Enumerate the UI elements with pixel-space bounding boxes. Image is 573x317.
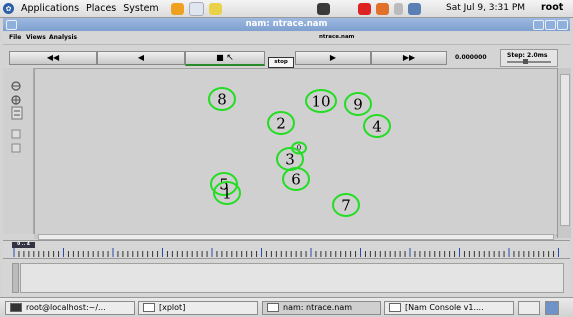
- show-desktop-button[interactable]: [518, 301, 540, 315]
- taskbar-xplot[interactable]: [xplot]: [138, 301, 258, 315]
- firefox-launcher-icon[interactable]: [170, 2, 184, 15]
- menu-bar: File Views Analysis ntrace.nam: [3, 32, 570, 45]
- applications-menu[interactable]: Applications: [21, 3, 79, 14]
- top-panel: ✿ Applications Places System Sat Jul 9, …: [0, 0, 573, 18]
- gnome-foot-icon[interactable]: ✿: [3, 3, 14, 14]
- mail-launcher-icon[interactable]: [188, 1, 204, 16]
- zoom-indicator-icon: [11, 106, 23, 122]
- rewind-button[interactable]: ◀◀: [9, 51, 97, 65]
- taskbar-terminal[interactable]: root@localhost:~/...: [5, 301, 135, 315]
- time-display: 0.000000: [455, 54, 487, 61]
- window-title: nam: ntrace.nam: [245, 19, 328, 29]
- relayout-icon[interactable]: [10, 138, 23, 153]
- update-tray-icon[interactable]: [357, 2, 371, 15]
- menu-analysis[interactable]: Analysis: [49, 34, 77, 41]
- zoom-out-icon[interactable]: [10, 90, 23, 105]
- window-icon: [389, 303, 401, 312]
- node-label: 7: [341, 197, 351, 215]
- cursor-icon: ↖: [226, 53, 234, 63]
- places-menu[interactable]: Places: [86, 3, 116, 14]
- node-label: 3: [285, 151, 295, 169]
- menu-file[interactable]: File: [9, 34, 21, 41]
- task-label: nam: ntrace.nam: [283, 303, 353, 312]
- node-label: 2: [276, 115, 286, 133]
- tool-strip: [3, 68, 34, 234]
- step-back-button[interactable]: ◀: [97, 51, 185, 65]
- taskbar-nam[interactable]: nam: ntrace.nam: [262, 301, 381, 315]
- stop-label: stop: [268, 57, 294, 68]
- canvas-horizontal-scrollbar[interactable]: [34, 234, 556, 240]
- task-label: [xplot]: [159, 303, 186, 312]
- zoom-in-icon[interactable]: [10, 76, 23, 91]
- stop-icon: ■: [216, 53, 224, 62]
- terminal-icon: [10, 303, 22, 312]
- task-label: [Nam Console v1....: [405, 303, 484, 312]
- layout-box-icon[interactable]: [10, 124, 23, 139]
- timeline[interactable]: 0 .. 4: [3, 240, 570, 258]
- bottom-panel: root@localhost:~/... [xplot] nam: ntrace…: [0, 297, 573, 317]
- step-slider-thumb[interactable]: [523, 59, 528, 64]
- network-tray-icon[interactable]: [375, 2, 389, 15]
- trace-file-name: ntrace.nam: [319, 34, 355, 40]
- play-button[interactable]: ▶: [295, 51, 371, 65]
- menu-views[interactable]: Views: [26, 34, 46, 41]
- node-label: 8: [217, 91, 227, 109]
- terminal-tray-icon[interactable]: [316, 2, 330, 15]
- timeline-ticks: [13, 248, 559, 257]
- taskbar-nam-console[interactable]: [Nam Console v1....: [384, 301, 514, 315]
- node-label: 4: [372, 118, 382, 136]
- canvas-vertical-scrollbar[interactable]: [557, 68, 571, 238]
- annotation-scrollbar[interactable]: [12, 263, 19, 293]
- user-name[interactable]: root: [541, 2, 563, 13]
- node-label: 9: [353, 96, 363, 114]
- step-control: Step: 2.0ms: [500, 49, 558, 67]
- close-icon[interactable]: [557, 20, 568, 30]
- node-label: 6: [291, 171, 301, 189]
- notes-launcher-icon[interactable]: [208, 2, 222, 15]
- clock[interactable]: Sat Jul 9, 3:31 PM: [446, 3, 525, 13]
- window-icon: [143, 303, 155, 312]
- system-menu[interactable]: System: [123, 3, 158, 14]
- vertical-scroll-thumb[interactable]: [560, 74, 570, 226]
- stop-button[interactable]: ■ ↖: [185, 51, 265, 66]
- minimize-icon[interactable]: [533, 20, 544, 30]
- step-label: Step: 2.0ms: [507, 52, 548, 59]
- fast-forward-button[interactable]: ▶▶: [371, 51, 447, 65]
- step-slider[interactable]: [507, 61, 551, 63]
- window-title-bar[interactable]: nam: ntrace.nam: [3, 18, 570, 31]
- window-icon: [267, 303, 279, 312]
- node-label: 1: [222, 185, 232, 203]
- volume-icon[interactable]: [393, 2, 403, 15]
- workspace-switcher[interactable]: [545, 301, 559, 315]
- maximize-icon[interactable]: [545, 20, 556, 30]
- annotation-panel: [3, 258, 570, 296]
- window-menu-icon[interactable]: [6, 20, 17, 30]
- task-label: root@localhost:~/...: [26, 303, 106, 312]
- playback-controls: ◀◀ ◀ ■ ↖ stop ▶ ▶▶ 0.000000 Step: 2.0ms: [3, 46, 570, 68]
- node-label: 10: [311, 93, 330, 111]
- annotation-list[interactable]: [20, 263, 564, 293]
- display-tray-icon[interactable]: [407, 2, 421, 15]
